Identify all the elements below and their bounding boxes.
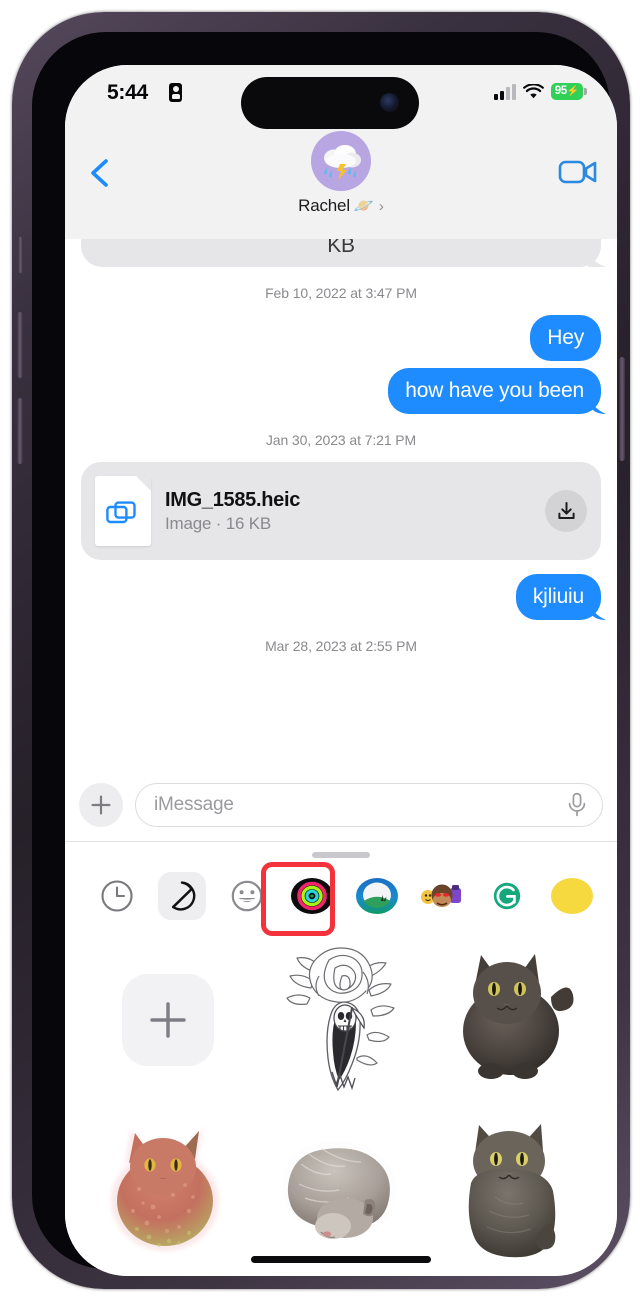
phone-bezel: 5:44 95 ⚡ Rachel 🪐 › KB Feb 10, 2022 at … — [32, 32, 617, 1276]
app-icon-fitness[interactable] — [288, 872, 336, 920]
battery-percent-label: 95 — [554, 84, 567, 97]
status-bar: 5:44 95 ⚡ — [65, 65, 617, 129]
cat-sticker-curled — [282, 1141, 396, 1239]
add-sticker-button[interactable] — [121, 974, 214, 1066]
dynamic-island[interactable] — [241, 77, 419, 129]
app-drawer — [65, 841, 617, 1276]
sticker-cell-add[interactable] — [81, 936, 254, 1104]
message-bubble[interactable]: kjliuiu — [515, 574, 601, 620]
silent-switch[interactable] — [18, 237, 23, 273]
plus-icon — [149, 1002, 186, 1038]
microphone-icon[interactable] — [566, 792, 588, 818]
activity-rings-icon — [291, 878, 333, 914]
avatar[interactable] — [311, 131, 371, 191]
image-file-icon — [106, 501, 136, 524]
file-thumbnail — [95, 476, 151, 546]
conversation-header: Rachel 🪐 › — [65, 127, 617, 239]
lightning-bolt-icon: ⚡ — [566, 86, 580, 97]
contact-name-row[interactable]: Rachel 🪐 › — [298, 196, 384, 216]
message-timestamp: Mar 28, 2023 at 2:55 PM — [265, 638, 417, 654]
app-icon-partial[interactable] — [548, 872, 596, 920]
home-indicator — [251, 1256, 431, 1263]
message-row[interactable]: how have you been — [65, 368, 617, 414]
file-meta: IMG_1585.heic Image · 16 KB — [165, 489, 531, 534]
front-camera-lens — [380, 93, 399, 112]
cat-sticker-sitting — [469, 1124, 556, 1258]
partial-message-bubble[interactable]: KB — [81, 239, 601, 267]
phone-frame: 5:44 95 ⚡ Rachel 🪐 › KB Feb 10, 2022 at … — [12, 12, 630, 1289]
landscape-icon — [356, 878, 398, 914]
app-icon-grammarly[interactable] — [483, 872, 531, 920]
id-card-icon — [169, 83, 182, 102]
message-timestamp: Jan 30, 2023 at 7:21 PM — [265, 432, 417, 448]
power-button[interactable] — [619, 357, 625, 461]
message-row[interactable]: kjliuiu — [65, 574, 617, 620]
volume-down-button[interactable] — [17, 398, 23, 464]
app-icon-emoji-stickers[interactable] — [223, 872, 271, 920]
battery-indicator: 95 ⚡ — [551, 83, 587, 100]
download-icon — [557, 501, 575, 519]
tattoo-line-art-sticker — [286, 947, 395, 1092]
saturn-emoji: 🪐 — [353, 198, 374, 215]
clock-icon — [101, 880, 133, 912]
plus-icon — [91, 795, 111, 815]
battery-tip — [584, 88, 587, 95]
video-camera-icon — [558, 160, 597, 184]
file-subtitle: Image · 16 KB — [165, 513, 272, 533]
sticker-cell-cat-3[interactable] — [254, 1110, 427, 1276]
cat-sticker-standing — [463, 954, 574, 1079]
app-icon-photos[interactable] — [353, 872, 401, 920]
contact-name: Rachel — [298, 196, 350, 215]
app-icon-row[interactable] — [65, 858, 617, 934]
attachment-bubble[interactable]: IMG_1585.heic Image · 16 KB — [81, 462, 601, 560]
wifi-icon — [523, 83, 544, 98]
message-bubble[interactable]: Hey — [530, 315, 601, 361]
memoji-stickers-icon — [419, 879, 465, 913]
sticker-cell-tattoo[interactable] — [254, 936, 427, 1104]
cat-sticker-pink-glitter — [110, 1127, 219, 1251]
partial-message-text: KB — [327, 239, 355, 257]
page-fold — [136, 476, 151, 491]
grammarly-g-icon — [493, 882, 521, 910]
message-row[interactable]: Hey — [65, 315, 617, 361]
facetime-button[interactable] — [557, 153, 599, 191]
thunderstorm-emoji-avatar — [323, 145, 361, 180]
folded-circle-icon — [172, 881, 196, 911]
sticker-grid[interactable] — [65, 934, 617, 1276]
cellular-signal-icon — [494, 83, 516, 100]
status-time: 5:44 — [107, 81, 148, 104]
volume-up-button[interactable] — [17, 312, 23, 378]
chevron-right-icon[interactable]: › — [379, 198, 384, 215]
app-icon-memoji[interactable] — [418, 872, 466, 920]
sticker-cell-cat-2[interactable] — [81, 1110, 254, 1276]
phone-screen: 5:44 95 ⚡ Rachel 🪐 › KB Feb 10, 2022 at … — [65, 65, 617, 1276]
contact-info[interactable]: Rachel 🪐 › — [65, 131, 617, 216]
message-list[interactable]: KB Feb 10, 2022 at 3:47 PM Hey how have … — [65, 239, 617, 769]
add-attachment-button[interactable] — [79, 783, 123, 827]
app-icon-recents[interactable] — [93, 872, 141, 920]
file-name: IMG_1585.heic — [165, 488, 301, 511]
status-indicators: 95 ⚡ — [494, 83, 587, 100]
message-input-placeholder: iMessage — [154, 794, 234, 815]
smiley-face-icon — [231, 880, 263, 912]
message-timestamp: Feb 10, 2022 at 3:47 PM — [265, 285, 417, 301]
compose-bar: iMessage — [65, 769, 617, 841]
yellow-app-icon — [551, 878, 593, 914]
app-icon-digital-touch[interactable] — [158, 872, 206, 920]
sticker-cell-cat-4[interactable] — [428, 1110, 601, 1276]
message-bubble[interactable]: how have you been — [388, 368, 601, 414]
sticker-cell-cat-1[interactable] — [428, 936, 601, 1104]
message-input[interactable]: iMessage — [135, 783, 603, 827]
download-button[interactable] — [545, 490, 587, 532]
